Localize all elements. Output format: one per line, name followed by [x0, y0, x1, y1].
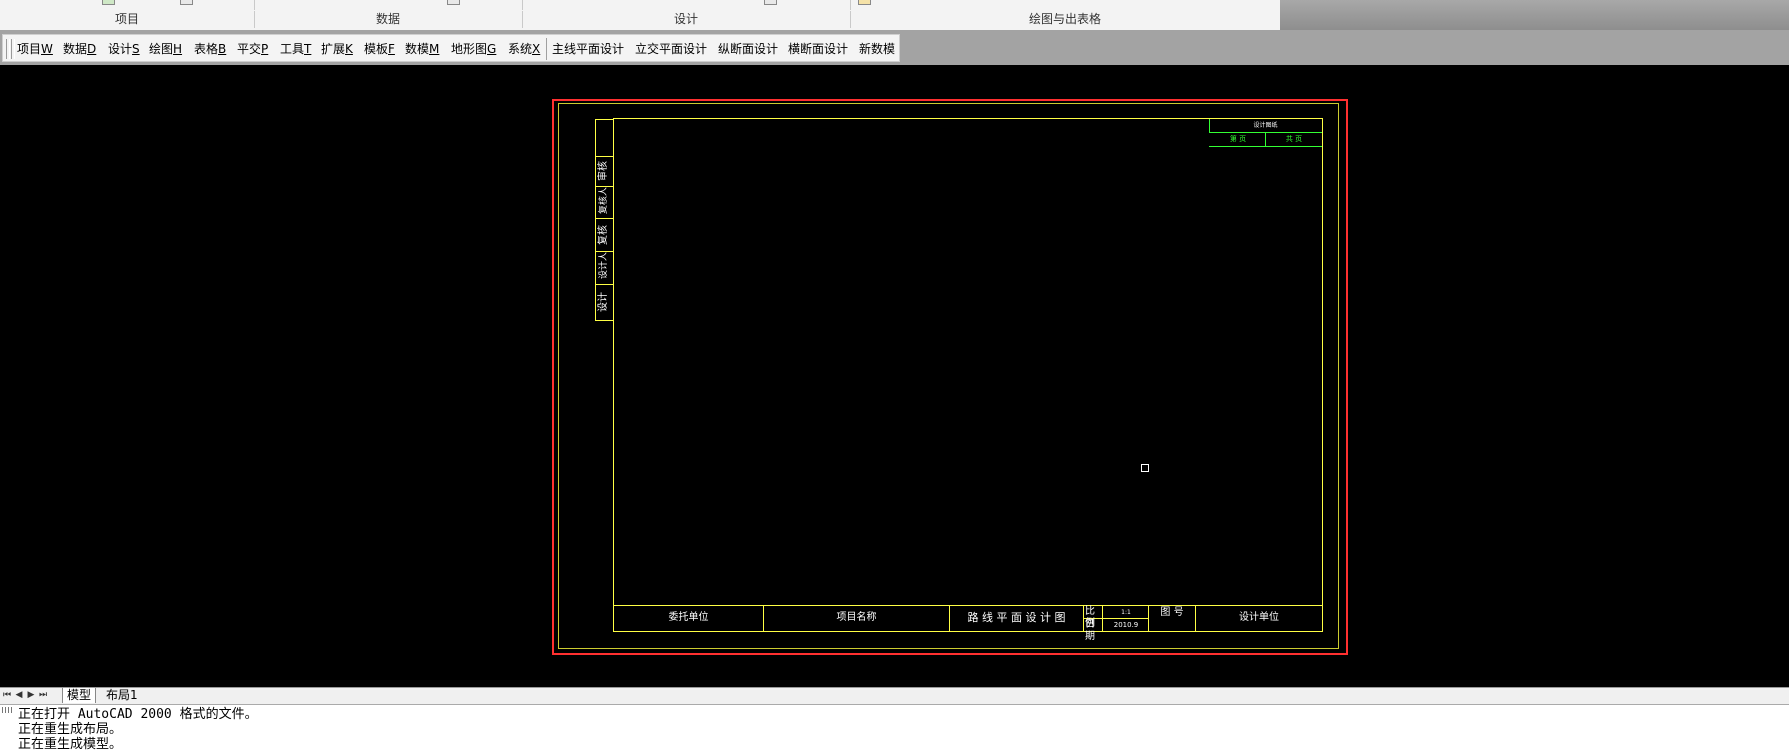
project-name-label: 项目名称 [836, 612, 877, 623]
signoff-label-check: 复核 [598, 225, 609, 245]
drawing-title: 路 线 平 面 设 计 图 [967, 611, 1066, 624]
signoff-label-design: 设计 [598, 292, 609, 312]
menu-table[interactable]: 表格B [194, 41, 226, 57]
menu-extend[interactable]: 扩展K [321, 41, 353, 57]
command-window[interactable]: 正在打开 AutoCAD 2000 格式的文件。 正在重生成布局。 正在重生成模… [0, 704, 1789, 756]
date-label: 日期 [1085, 619, 1095, 642]
ribbon-panel-title-drawing: 绘图与出表格 [850, 11, 1281, 28]
strip-divider [596, 218, 613, 219]
mainline-plan-design-button[interactable]: 主线平面设计 [552, 41, 624, 57]
title-block-top-line [614, 605, 1322, 606]
cross-section-design-button[interactable]: 横断面设计 [788, 41, 848, 57]
menu-toolbar: 项目W 数据D 设计S 绘图H 表格B 平交P 工具T 扩展K 模板F 数模M … [2, 34, 900, 62]
cursor-pickbox [1141, 464, 1149, 472]
corner-block-page: 第 页 [1229, 135, 1247, 143]
folder-icon[interactable] [858, 0, 871, 5]
title-block-divider [1102, 606, 1103, 631]
menu-project[interactable]: 项目W [17, 41, 53, 57]
menu-intersection[interactable]: 平交P [237, 41, 268, 57]
toolbar-grip[interactable] [6, 39, 10, 59]
first-tab-icon[interactable]: ⏮ [2, 689, 12, 701]
command-line: 正在重生成模型。 [18, 737, 123, 752]
date-value: 2010.9 [1113, 621, 1139, 629]
interchange-plan-design-button[interactable]: 立交平面设计 [635, 41, 707, 57]
inner-frame [613, 118, 1323, 632]
ribbon-panel-project-area [0, 0, 255, 10]
menu-drawing[interactable]: 绘图H [149, 41, 182, 57]
ribbon-panel-drawing-area [850, 0, 1281, 10]
ribbon: 项目 数据 设计 绘图与出表格 [0, 0, 1281, 31]
command-line: 正在打开 AutoCAD 2000 格式的文件。 [18, 707, 258, 722]
tab-layout1[interactable]: 布局1 [102, 688, 142, 703]
menu-topo-map[interactable]: 地形图G [451, 41, 496, 57]
strip-divider [596, 156, 613, 157]
menu-system[interactable]: 系统X [508, 41, 540, 57]
new-dtm-button[interactable]: 新数模 [859, 41, 895, 57]
ribbon-panel-title-data: 数据 [254, 11, 523, 28]
signoff-label-designer: 设计人 [599, 251, 609, 279]
design-unit-label: 设计单位 [1239, 612, 1279, 623]
corner-block-title: 设计图纸 [1253, 122, 1278, 129]
client-unit-label: 委托单位 [668, 612, 709, 623]
signoff-label-checker: 复核人 [599, 186, 609, 214]
command-window-grip[interactable] [2, 707, 13, 713]
last-tab-icon[interactable]: ⏭ [38, 689, 48, 701]
title-bar-background [1280, 0, 1789, 30]
command-line: 正在重生成布局。 [18, 722, 123, 737]
corner-block-total: 共 页 [1285, 135, 1303, 143]
scale-label: 比例 [1085, 606, 1095, 629]
scale-value: 1:1 [1121, 609, 1131, 616]
signoff-label-review: 审核 [598, 161, 609, 181]
drawing-number-label: 图 号 [1160, 607, 1184, 618]
ribbon-panel-data-area [254, 0, 523, 10]
prev-tab-icon[interactable]: ◀ [14, 689, 24, 701]
strip-divider [596, 284, 613, 285]
toolbar-separator [546, 38, 547, 60]
next-tab-icon[interactable]: ▶ [26, 689, 36, 701]
menu-design[interactable]: 设计S [108, 41, 140, 57]
menu-template[interactable]: 模板F [364, 41, 395, 57]
corner-divider [1265, 132, 1266, 147]
drawing-canvas[interactable]: 审核 复核人 复核 设计人 设计 设计图纸 第 页 共 页 委托单位 项目名称 … [0, 65, 1789, 687]
menu-tools[interactable]: 工具T [280, 41, 311, 57]
layout-tab-bar: ⏮ ◀ ▶ ⏭ 模型 布局1 [0, 687, 1789, 704]
menu-dtm[interactable]: 数模M [405, 41, 439, 57]
tab-model[interactable]: 模型 [62, 688, 97, 703]
document-icon[interactable] [180, 0, 193, 5]
profile-design-button[interactable]: 纵断面设计 [718, 41, 778, 57]
ribbon-panel-title-design: 设计 [522, 11, 851, 28]
ribbon-panel-title-project: 项目 [0, 11, 255, 28]
document-icon[interactable] [447, 0, 460, 5]
ribbon-panel-design-area [522, 0, 851, 10]
table-icon[interactable] [102, 0, 115, 5]
toolbar-grip[interactable] [11, 39, 15, 59]
menu-data[interactable]: 数据D [63, 41, 96, 57]
document-icon[interactable] [764, 0, 777, 5]
